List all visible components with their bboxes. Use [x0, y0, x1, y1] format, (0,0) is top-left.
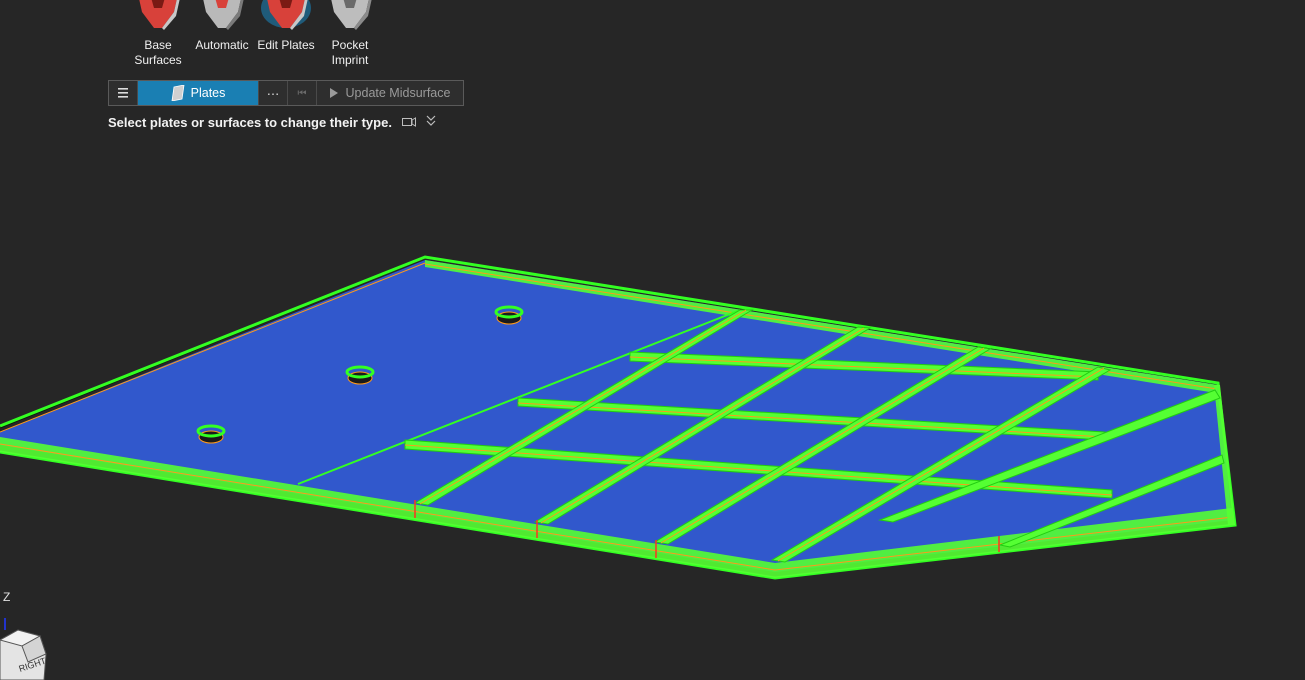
- pocket-imprint-icon: [331, 0, 372, 30]
- status-prompt: Select plates or surfaces to change thei…: [108, 115, 436, 130]
- more-icon: ⋯: [266, 86, 280, 101]
- automatic-label: Automatic: [195, 38, 249, 52]
- edit-plates-tool[interactable]: Edit Plates: [254, 0, 318, 68]
- view-cube[interactable]: RIGHT: [0, 600, 60, 680]
- base-surfaces-icon: [139, 0, 180, 30]
- more-options-button[interactable]: ⋯: [259, 81, 288, 105]
- automatic-tool[interactable]: Automatic: [190, 0, 254, 68]
- guide-bar: Plates ⋯ ⏮ Update Midsurface: [108, 80, 464, 106]
- play-icon: [329, 88, 338, 98]
- base-surfaces-label: Base Surfaces: [134, 38, 182, 67]
- hamburger-icon: [118, 88, 128, 98]
- edit-plates-icon: [261, 0, 311, 30]
- pocket-imprint-tool[interactable]: Pocket Imprint: [318, 0, 382, 68]
- pocket-imprint-label: Pocket Imprint: [331, 38, 369, 67]
- menu-button[interactable]: [109, 81, 138, 105]
- reset-selection-button[interactable]: ⏮: [288, 81, 317, 105]
- update-midsurface-label: Update Midsurface: [345, 86, 451, 100]
- skip-back-icon: ⏮: [297, 87, 307, 99]
- plate-icon: [171, 85, 185, 101]
- midsurface-tool-row: Base Surfaces Automatic Edit Plates Pock…: [126, 0, 382, 68]
- update-midsurface-button[interactable]: Update Midsurface: [317, 81, 463, 105]
- graphics-viewport[interactable]: Base Surfaces Automatic Edit Plates Pock…: [0, 0, 1305, 680]
- double-chevron-down-icon[interactable]: [426, 115, 436, 130]
- prompt-text: Select plates or surfaces to change thei…: [108, 115, 392, 130]
- plates-selector-button[interactable]: Plates: [138, 81, 259, 105]
- plate-surface[interactable]: [0, 260, 1232, 572]
- plates-label: Plates: [190, 86, 226, 100]
- camera-icon[interactable]: [401, 115, 416, 130]
- automatic-icon: [203, 0, 244, 30]
- edit-plates-label: Edit Plates: [257, 38, 315, 52]
- base-surfaces-tool[interactable]: Base Surfaces: [126, 0, 190, 68]
